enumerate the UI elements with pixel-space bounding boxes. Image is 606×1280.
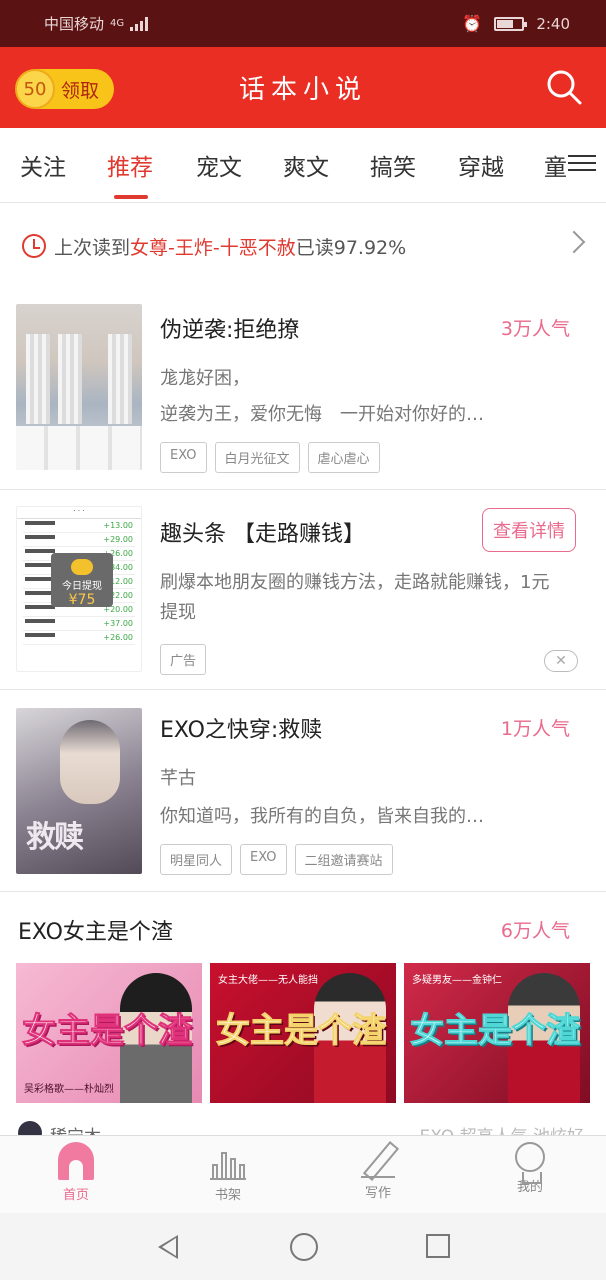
- featured-banner[interactable]: 女主是个渣 吴彩格歌——朴灿烈: [16, 963, 202, 1103]
- home-circle-icon[interactable]: [290, 1233, 318, 1261]
- active-tab-indicator: [114, 195, 148, 199]
- network-label: 4G: [110, 18, 125, 29]
- app-title: 话本小说: [238, 75, 367, 105]
- tag-list: 明星同人 EXO 二组邀请赛站: [160, 844, 393, 875]
- tag[interactable]: 虐心虐心: [307, 442, 380, 473]
- tab-youth[interactable]: 童: [544, 148, 567, 182]
- featured-banner[interactable]: 多疑男友——金钟仁 女主是个渣: [404, 963, 590, 1103]
- author-name: 尨尨好困，: [160, 368, 250, 389]
- close-ad-icon[interactable]: ✕: [544, 650, 578, 672]
- claim-label: 领取: [61, 79, 100, 102]
- tab-follow[interactable]: 关注: [20, 148, 66, 182]
- chevron-right-icon: [562, 230, 586, 254]
- featured-banner[interactable]: 女主大佬——无人能挡 女主是个渣: [210, 963, 396, 1103]
- ad-title[interactable]: 趣头条 【走路赚钱】: [160, 516, 365, 548]
- tag[interactable]: EXO: [160, 442, 207, 473]
- nav-write[interactable]: 写作: [328, 1142, 428, 1201]
- ad-description: 刷爆本地朋友圈的赚钱方法，走路就能赚钱，1元提现: [160, 572, 550, 623]
- banner-text: 女主是个渣: [22, 1011, 193, 1052]
- ad-tag: 广告: [160, 644, 207, 675]
- category-tabs: 关注 推荐 宠文 爽文 搞笑 穿越 童: [0, 128, 606, 203]
- tab-cool[interactable]: 爽文: [283, 148, 329, 182]
- tag[interactable]: 二组邀请赛站: [294, 844, 393, 875]
- book-description: 逆袭为王，爱你无悔 一开始对你好的…: [160, 404, 484, 425]
- profile-icon: [515, 1142, 545, 1184]
- book-title[interactable]: EXO之快穿:救赎: [160, 712, 322, 744]
- tag-list: EXO 白月光征文 虐心虐心: [160, 442, 380, 473]
- bookshelf-icon: [210, 1142, 246, 1180]
- app-header: 50 领取 话本小说: [0, 47, 606, 128]
- book-card[interactable]: 伪逆袭:拒绝撩 3万人气 尨尨好困， 逆袭为王，爱你无悔 一开始对你好的… EX…: [0, 290, 606, 490]
- nav-profile[interactable]: 我的: [480, 1142, 580, 1195]
- banner-text: 女主是个渣: [410, 1011, 581, 1052]
- book-cover[interactable]: [16, 304, 142, 470]
- popularity-label: 1万人气: [500, 718, 570, 740]
- tab-pet-romance[interactable]: 宠文: [196, 148, 242, 182]
- battery-icon: [494, 16, 528, 31]
- gold-coin-icon: [71, 559, 93, 575]
- book-title[interactable]: 伪逆袭:拒绝撩: [160, 312, 299, 344]
- last-read-progress: 已读97.92%: [295, 236, 407, 259]
- tab-funny[interactable]: 搞笑: [370, 148, 416, 182]
- view-details-button[interactable]: 查看详情: [482, 508, 576, 552]
- tag[interactable]: 明星同人: [160, 844, 233, 875]
- tag-list: 广告: [160, 644, 207, 675]
- book-card[interactable]: 救赎 EXO之快穿:救赎 1万人气 芊古 你知道吗，我所有的自负，皆来自我的… …: [0, 690, 606, 892]
- book-cover[interactable]: 救赎: [16, 708, 142, 874]
- claim-coins-button[interactable]: 50 领取: [15, 69, 114, 109]
- ad-popup-amount: ¥75: [68, 592, 96, 608]
- banner-text: 女主是个渣: [216, 1011, 387, 1052]
- menu-icon[interactable]: [568, 150, 596, 178]
- tag[interactable]: 白月光征文: [214, 442, 300, 473]
- recent-apps-icon[interactable]: [426, 1234, 450, 1258]
- ad-popup: 今日提现 ¥75: [51, 553, 113, 608]
- ad-card[interactable]: · · · +13.00 +29.00 +26.00 +34.00 +12.00…: [0, 490, 606, 690]
- last-read-title: 女尊-王炸-十恶不赦: [130, 236, 296, 259]
- ad-cover[interactable]: · · · +13.00 +29.00 +26.00 +34.00 +12.00…: [16, 506, 142, 672]
- nav-home[interactable]: 首页: [26, 1142, 126, 1203]
- bottom-nav: 首页 书架 写作 我的: [0, 1135, 606, 1213]
- tab-time-travel[interactable]: 穿越: [458, 148, 504, 182]
- alarm-icon: ⏰: [462, 14, 483, 33]
- carrier-label: 中国移动: [44, 15, 105, 33]
- nav-label: 首页: [62, 1188, 89, 1203]
- banner-subtext: 女主大佬——无人能挡: [218, 975, 318, 986]
- tab-recommend[interactable]: 推荐: [107, 148, 153, 182]
- nav-label: 写作: [364, 1186, 391, 1201]
- tag[interactable]: EXO: [240, 844, 287, 875]
- last-read-bar[interactable]: 上次读到 女尊-王炸-十恶不赦 已读97.92%: [0, 210, 606, 282]
- ad-popup-text: 今日提现: [62, 581, 102, 592]
- featured-title[interactable]: EXO女主是个渣: [18, 914, 173, 946]
- status-bar: 中国移动 4G ⏰ 2:40: [0, 0, 606, 47]
- book-description: 你知道吗，我所有的自负，皆来自我的…: [160, 806, 484, 827]
- nav-label: 书架: [214, 1188, 241, 1203]
- clock-time: 2:40: [536, 14, 570, 33]
- popularity-label: 3万人气: [500, 318, 570, 340]
- system-nav-bar: [0, 1213, 606, 1280]
- home-icon: [58, 1142, 94, 1180]
- coin-amount: 50: [15, 69, 55, 109]
- banner-subtext: 多疑男友——金钟仁: [412, 975, 502, 986]
- signal-icon: [130, 16, 149, 31]
- pen-icon: [361, 1142, 395, 1178]
- last-read-prefix: 上次读到: [54, 236, 131, 259]
- back-icon[interactable]: [158, 1235, 178, 1259]
- featured-popularity: 6万人气: [500, 920, 570, 942]
- nav-bookshelf[interactable]: 书架: [178, 1142, 278, 1203]
- banner-subtext: 吴彩格歌——朴灿烈: [24, 1084, 114, 1095]
- search-icon[interactable]: [546, 69, 582, 105]
- clock-icon: [22, 234, 46, 258]
- author-name: 芊古: [160, 768, 196, 789]
- cover-text: 救赎: [26, 820, 84, 855]
